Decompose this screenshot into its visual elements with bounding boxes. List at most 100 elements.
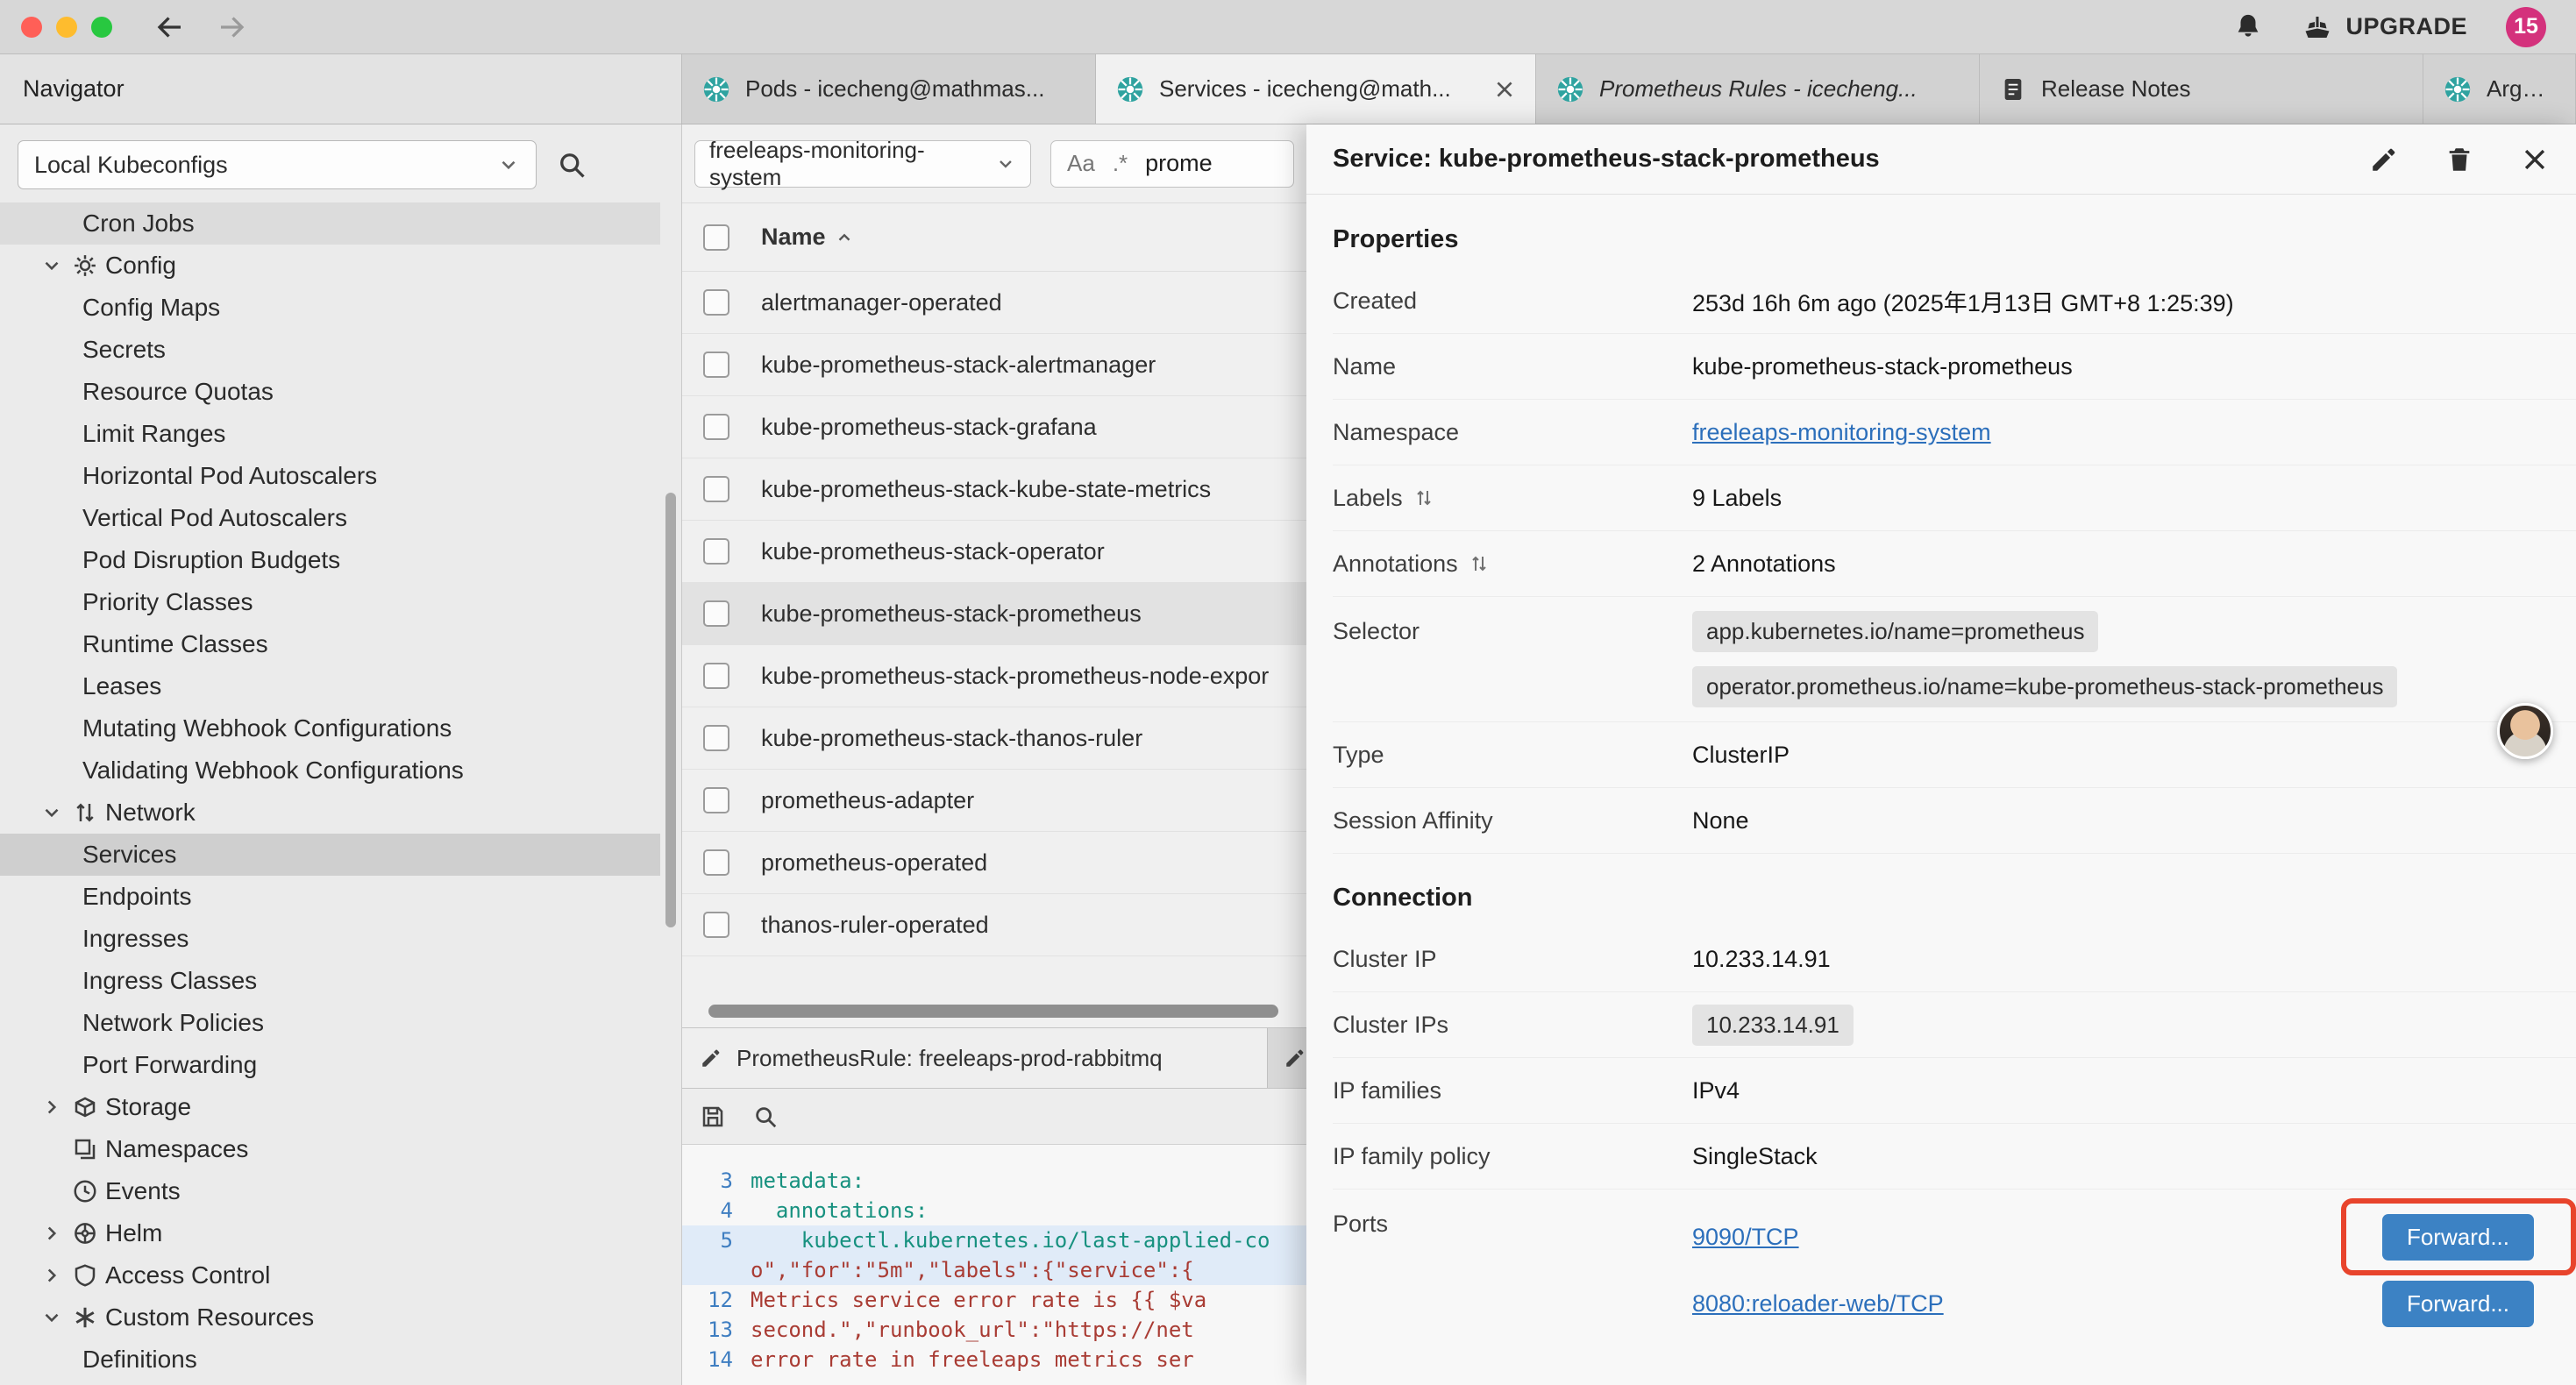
tab-services[interactable]: Services - icecheng@math... — [1096, 54, 1536, 124]
table-row[interactable]: kube-prometheus-stack-grafana — [682, 396, 1306, 458]
sidebar-item-runtime-classes[interactable]: Runtime Classes — [0, 623, 660, 665]
sidebar-group-config[interactable]: Config — [0, 245, 660, 287]
sidebar-item-leases[interactable]: Leases — [0, 665, 660, 707]
maximize-window-button[interactable] — [91, 17, 112, 38]
row-checkbox[interactable] — [703, 787, 729, 813]
table-horizontal-scrollbar[interactable] — [708, 1005, 1278, 1018]
tab-release-notes[interactable]: Release Notes — [1980, 54, 2423, 124]
forward-button[interactable]: Forward... — [2382, 1281, 2534, 1327]
kubeconfig-dropdown[interactable]: Local Kubeconfigs — [18, 140, 537, 189]
kubernetes-icon — [701, 75, 731, 104]
sidebar-item-validating-webhook-configurations[interactable]: Validating Webhook Configurations — [0, 749, 660, 792]
back-arrow-icon[interactable] — [154, 11, 186, 43]
row-checkbox[interactable] — [703, 289, 729, 316]
namespace-link[interactable]: freeleaps-monitoring-system — [1692, 419, 1991, 445]
sidebar-scrollbar[interactable] — [665, 493, 676, 927]
search-icon[interactable] — [752, 1104, 779, 1130]
table-row[interactable]: kube-prometheus-stack-kube-state-metrics — [682, 458, 1306, 521]
row-checkbox[interactable] — [703, 352, 729, 378]
notification-count-badge[interactable]: 15 — [2506, 7, 2546, 47]
forward-button[interactable]: Forward... — [2382, 1214, 2534, 1261]
sidebar-item-port-forwarding[interactable]: Port Forwarding — [0, 1044, 660, 1086]
sidebar-item-network-policies[interactable]: Network Policies — [0, 1002, 660, 1044]
save-icon[interactable] — [700, 1104, 726, 1130]
sidebar-item-definitions[interactable]: Definitions — [0, 1339, 660, 1381]
window-controls — [21, 17, 112, 38]
sidebar-item-services[interactable]: Services — [0, 834, 660, 876]
table-row[interactable]: prometheus-adapter — [682, 770, 1306, 832]
edit-pencil-icon[interactable] — [2369, 145, 2399, 174]
dock-tab-partial[interactable] — [1268, 1028, 1306, 1088]
sidebar-group-custom-resources[interactable]: Custom Resources — [0, 1296, 660, 1339]
regex-icon[interactable]: .* — [1113, 150, 1128, 177]
table-header: Name — [682, 203, 1306, 272]
table-row[interactable]: kube-prometheus-stack-prometheus-node-ex… — [682, 645, 1306, 707]
row-checkbox[interactable] — [703, 849, 729, 876]
expand-collapse-icon[interactable] — [1469, 553, 1490, 574]
port-link[interactable]: 8080:reloader-web/TCP — [1692, 1290, 1944, 1318]
delete-trash-icon[interactable] — [2444, 145, 2474, 174]
close-tab-icon[interactable] — [1493, 78, 1516, 101]
match-case-icon[interactable]: Aa — [1067, 150, 1095, 177]
search-icon[interactable] — [556, 149, 587, 181]
close-window-button[interactable] — [21, 17, 42, 38]
name-row: Name kube-prometheus-stack-prometheus — [1333, 334, 2576, 400]
port-link[interactable]: 9090/TCP — [1692, 1224, 1799, 1251]
sidebar-item-mutating-webhook-configurations[interactable]: Mutating Webhook Configurations — [0, 707, 660, 749]
table-row[interactable]: thanos-ruler-operated — [682, 894, 1306, 956]
table-row[interactable]: kube-prometheus-stack-operator — [682, 521, 1306, 583]
table-row[interactable]: alertmanager-operated — [682, 272, 1306, 334]
ip-families-row: IP families IPv4 — [1333, 1058, 2576, 1124]
row-checkbox[interactable] — [703, 538, 729, 565]
upgrade-button[interactable]: UPGRADE — [2302, 11, 2467, 43]
sidebar-group-storage[interactable]: Storage — [0, 1086, 660, 1128]
name-column-header[interactable]: Name — [761, 224, 826, 251]
row-checkbox[interactable] — [703, 414, 729, 440]
row-checkbox[interactable] — [703, 912, 729, 938]
sidebar-item-namespaces[interactable]: Namespaces — [0, 1128, 660, 1170]
sidebar-item-horizontal-pod-autoscalers[interactable]: Horizontal Pod Autoscalers — [0, 455, 660, 497]
namespace-filter-dropdown[interactable]: freeleaps-monitoring-system — [694, 140, 1031, 188]
sidebar-item-limit-ranges[interactable]: Limit Ranges — [0, 413, 660, 455]
user-avatar[interactable] — [2497, 703, 2553, 759]
sidebar-item-pod-disruption-budgets[interactable]: Pod Disruption Budgets — [0, 539, 660, 581]
row-checkbox[interactable] — [703, 725, 729, 751]
sidebar-item-secrets[interactable]: Secrets — [0, 329, 660, 371]
sidebar-item-ingresses[interactable]: Ingresses — [0, 918, 660, 960]
sidebar-group-access-control[interactable]: Access Control — [0, 1254, 660, 1296]
row-checkbox[interactable] — [703, 663, 729, 689]
sidebar-item-config-maps[interactable]: Config Maps — [0, 287, 660, 329]
notifications-bell-icon[interactable] — [2233, 12, 2263, 42]
cluster-ips-row: Cluster IPs 10.233.14.91 — [1333, 992, 2576, 1058]
sidebar-item-vertical-pod-autoscalers[interactable]: Vertical Pod Autoscalers — [0, 497, 660, 539]
search-query: prome — [1145, 150, 1213, 177]
yaml-editor[interactable]: 3metadata: 4 annotations: 5 kubectl.kube… — [682, 1145, 1306, 1385]
sidebar-item-ingress-classes[interactable]: Ingress Classes — [0, 960, 660, 1002]
chevron-down-icon — [40, 1306, 63, 1329]
tab-pods[interactable]: Pods - icecheng@mathmas... — [682, 54, 1096, 124]
table-row[interactable]: kube-prometheus-stack-thanos-ruler — [682, 707, 1306, 770]
dock-tab-prometheusrule[interactable]: PrometheusRule: freeleaps-prod-rabbitmq — [682, 1028, 1268, 1088]
sidebar-item-events[interactable]: Events — [0, 1170, 660, 1212]
tab-argo[interactable]: Argo S — [2423, 54, 2576, 124]
table-row[interactable]: kube-prometheus-stack-alertmanager — [682, 334, 1306, 396]
sidebar-group-network[interactable]: Network — [0, 792, 660, 834]
code-line: annotations: — [733, 1198, 928, 1223]
minimize-window-button[interactable] — [56, 17, 77, 38]
search-input[interactable]: Aa .* prome — [1050, 140, 1294, 188]
sidebar-item-cron-jobs[interactable]: Cron Jobs — [0, 202, 660, 245]
sidebar-item-resource-quotas[interactable]: Resource Quotas — [0, 371, 660, 413]
table-row[interactable]: prometheus-operated — [682, 832, 1306, 894]
close-panel-icon[interactable] — [2520, 145, 2550, 174]
tab-prometheus-rules[interactable]: Prometheus Rules - icecheng... — [1536, 54, 1980, 124]
forward-arrow-icon[interactable] — [216, 11, 247, 43]
sidebar-item-priority-classes[interactable]: Priority Classes — [0, 581, 660, 623]
row-checkbox[interactable] — [703, 476, 729, 502]
sidebar-group-helm[interactable]: Helm — [0, 1212, 660, 1254]
table-row-selected[interactable]: kube-prometheus-stack-prometheus — [682, 583, 1306, 645]
sort-caret-icon[interactable] — [835, 228, 854, 247]
sidebar-item-endpoints[interactable]: Endpoints — [0, 876, 660, 918]
row-checkbox[interactable] — [703, 600, 729, 627]
select-all-checkbox[interactable] — [703, 224, 729, 251]
expand-collapse-icon[interactable] — [1413, 487, 1434, 508]
